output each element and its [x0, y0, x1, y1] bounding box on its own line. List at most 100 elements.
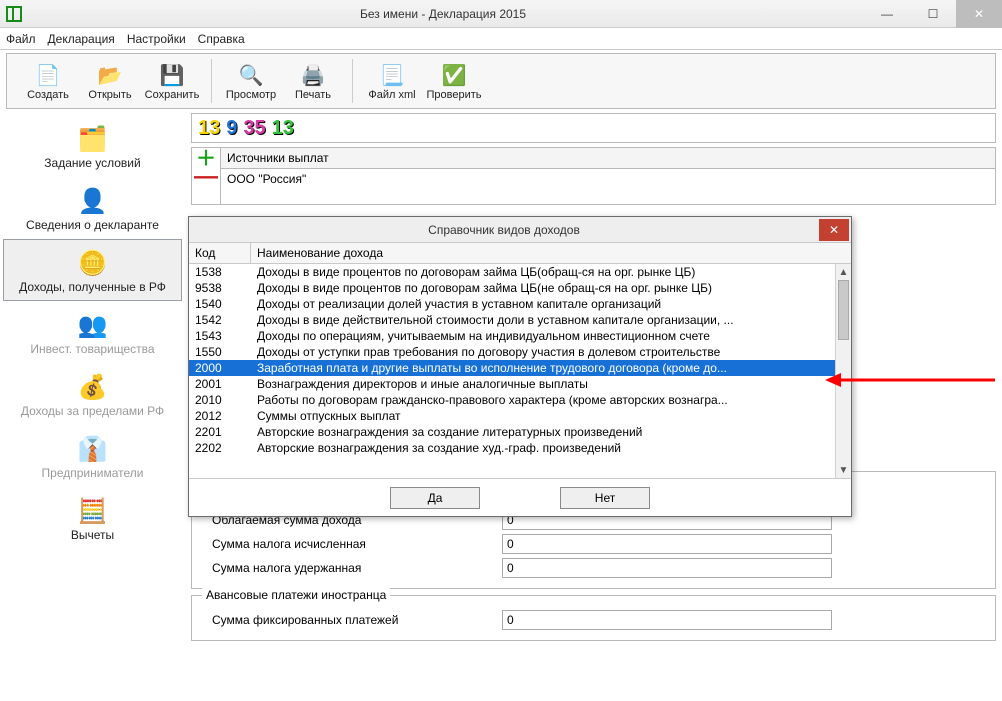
input-tax-withheld[interactable]: [502, 558, 832, 578]
advance-legend: Авансовые платежи иностранца: [202, 588, 390, 602]
income-type-row[interactable]: 1540Доходы от реализации долей участия в…: [189, 296, 851, 312]
row-name: Авторские вознаграждения за создание лит…: [251, 425, 851, 439]
tree-icon: 🗂️: [6, 122, 179, 156]
input-fixed-payments[interactable]: [502, 610, 832, 630]
dialog-close-button[interactable]: ✕: [819, 219, 849, 241]
income-type-row[interactable]: 2001Вознаграждения директоров и иные ана…: [189, 376, 851, 392]
row-name: Доходы от уступки прав требования по дог…: [251, 345, 851, 359]
income-type-row[interactable]: 2000Заработная плата и другие выплаты во…: [189, 360, 851, 376]
label-tax-withheld: Сумма налога удержанная: [202, 561, 502, 575]
close-button[interactable]: ✕: [956, 0, 1002, 28]
scroll-down-icon[interactable]: ▼: [836, 462, 851, 478]
sources-panel: ＋ — Источники выплат ООО "Россия": [191, 147, 996, 205]
row-name: Вознаграждения директоров и иные аналоги…: [251, 377, 851, 391]
income-type-row[interactable]: 2201Авторские вознаграждения за создание…: [189, 424, 851, 440]
annotation-arrow: [825, 370, 995, 390]
row-name: Заработная плата и другие выплаты во исп…: [251, 361, 851, 375]
menu-bar: Файл Декларация Настройки Справка: [0, 28, 1002, 50]
toolbar: 📄Создать 📂Открыть 💾Сохранить 🔍Просмотр 🖨…: [6, 53, 996, 109]
toolbar-save[interactable]: 💾Сохранить: [141, 61, 203, 101]
row-name: Доходы в виде процентов по договорам зай…: [251, 281, 851, 295]
sources-header: Источники выплат: [221, 148, 995, 169]
advance-fieldset: Авансовые платежи иностранца Сумма фикси…: [191, 595, 996, 641]
preview-icon: 🔍: [220, 61, 282, 89]
sidebar-item-income-rf[interactable]: 🪙Доходы, полученные в РФ: [3, 239, 182, 301]
menu-file[interactable]: Файл: [6, 32, 36, 46]
sidebar-item-conditions[interactable]: 🗂️Задание условий: [3, 115, 182, 177]
minimize-button[interactable]: —: [864, 0, 910, 28]
row-name: Доходы по операциям, учитываемым на инди…: [251, 329, 851, 343]
dialog-list[interactable]: 1538Доходы в виде процентов по договорам…: [189, 264, 851, 478]
rate-tabs: 13 9 35 13: [191, 113, 996, 143]
toolbar-print[interactable]: 🖨️Печать: [282, 61, 344, 101]
income-type-row[interactable]: 2012Суммы отпускных выплат: [189, 408, 851, 424]
row-name: Суммы отпускных выплат: [251, 409, 851, 423]
income-type-row[interactable]: 2202Авторские вознаграждения за создание…: [189, 440, 851, 456]
sidebar-item-deductions[interactable]: 🧮Вычеты: [3, 487, 182, 549]
sidebar-item-entrepreneurs[interactable]: 👔Предприниматели: [3, 425, 182, 487]
dialog-title: Справочник видов доходов: [189, 223, 819, 237]
toolbar-xml[interactable]: 📃Файл xml: [361, 61, 423, 101]
coins-icon: 🪙: [6, 246, 179, 280]
people-icon: 👥: [6, 308, 179, 342]
col-name: Наименование дохода: [251, 243, 851, 263]
sidebar-item-invest[interactable]: 👥Инвест. товарищества: [3, 301, 182, 363]
row-code: 2001: [189, 377, 251, 391]
income-type-row[interactable]: 1543Доходы по операциям, учитываемым на …: [189, 328, 851, 344]
window-title: Без имени - Декларация 2015: [22, 7, 864, 21]
row-code: 2010: [189, 393, 251, 407]
rate-tab-13[interactable]: 13: [198, 117, 220, 140]
person-icon: 👤: [6, 184, 179, 218]
menu-help[interactable]: Справка: [198, 32, 245, 46]
xml-file-icon: 📃: [361, 61, 423, 89]
toolbar-open[interactable]: 📂Открыть: [79, 61, 141, 101]
toolbar-check[interactable]: ✅Проверить: [423, 61, 485, 101]
menu-declaration[interactable]: Декларация: [48, 32, 115, 46]
toolbar-preview[interactable]: 🔍Просмотр: [220, 61, 282, 101]
title-bar: Без имени - Декларация 2015 — ☐ ✕: [0, 0, 1002, 28]
sidebar: 🗂️Задание условий 👤Сведения о декларанте…: [0, 111, 185, 700]
maximize-button[interactable]: ☐: [910, 0, 956, 28]
menu-settings[interactable]: Настройки: [127, 32, 186, 46]
income-type-row[interactable]: 1538Доходы в виде процентов по договорам…: [189, 264, 851, 280]
income-type-row[interactable]: 9538Доходы в виде процентов по договорам…: [189, 280, 851, 296]
scroll-up-icon[interactable]: ▲: [836, 264, 851, 280]
moneybag-icon: 💰: [6, 370, 179, 404]
income-type-row[interactable]: 2010Работы по договорам гражданско-право…: [189, 392, 851, 408]
save-icon: 💾: [141, 61, 203, 89]
rate-tab-13b[interactable]: 13: [272, 117, 294, 140]
open-folder-icon: 📂: [79, 61, 141, 89]
rate-tab-35[interactable]: 35: [243, 117, 265, 140]
new-file-icon: 📄: [17, 61, 79, 89]
toolbar-separator: [211, 59, 212, 103]
row-code: 2202: [189, 441, 251, 455]
remove-source-button[interactable]: —: [194, 170, 218, 184]
row-code: 1543: [189, 329, 251, 343]
row-code: 2000: [189, 361, 251, 375]
sidebar-item-income-abroad[interactable]: 💰Доходы за пределами РФ: [3, 363, 182, 425]
toolbar-separator: [352, 59, 353, 103]
sidebar-item-declarant[interactable]: 👤Сведения о декларанте: [3, 177, 182, 239]
app-icon: [6, 6, 22, 22]
rate-tab-9[interactable]: 9: [226, 117, 237, 140]
row-name: Доходы в виде действительной стоимости д…: [251, 313, 851, 327]
row-name: Доходы от реализации долей участия в уст…: [251, 297, 851, 311]
label-fixed-payments: Сумма фиксированных платежей: [202, 613, 502, 627]
income-type-row[interactable]: 1542Доходы в виде действительной стоимос…: [189, 312, 851, 328]
row-name: Доходы в виде процентов по договорам зай…: [251, 265, 851, 279]
col-code: Код: [189, 243, 251, 263]
print-icon: 🖨️: [282, 61, 344, 89]
income-type-row[interactable]: 1550Доходы от уступки прав требования по…: [189, 344, 851, 360]
input-tax-calculated[interactable]: [502, 534, 832, 554]
scroll-thumb[interactable]: [838, 280, 849, 340]
row-code: 1538: [189, 265, 251, 279]
dialog-cancel-button[interactable]: Нет: [560, 487, 650, 509]
dialog-ok-button[interactable]: Да: [390, 487, 480, 509]
row-name: Работы по договорам гражданско-правового…: [251, 393, 851, 407]
income-type-dialog: Справочник видов доходов ✕ Код Наименова…: [188, 216, 852, 517]
label-tax-calculated: Сумма налога исчисленная: [202, 537, 502, 551]
row-code: 9538: [189, 281, 251, 295]
row-code: 1540: [189, 297, 251, 311]
source-row[interactable]: ООО "Россия": [221, 169, 995, 189]
toolbar-create[interactable]: 📄Создать: [17, 61, 79, 101]
